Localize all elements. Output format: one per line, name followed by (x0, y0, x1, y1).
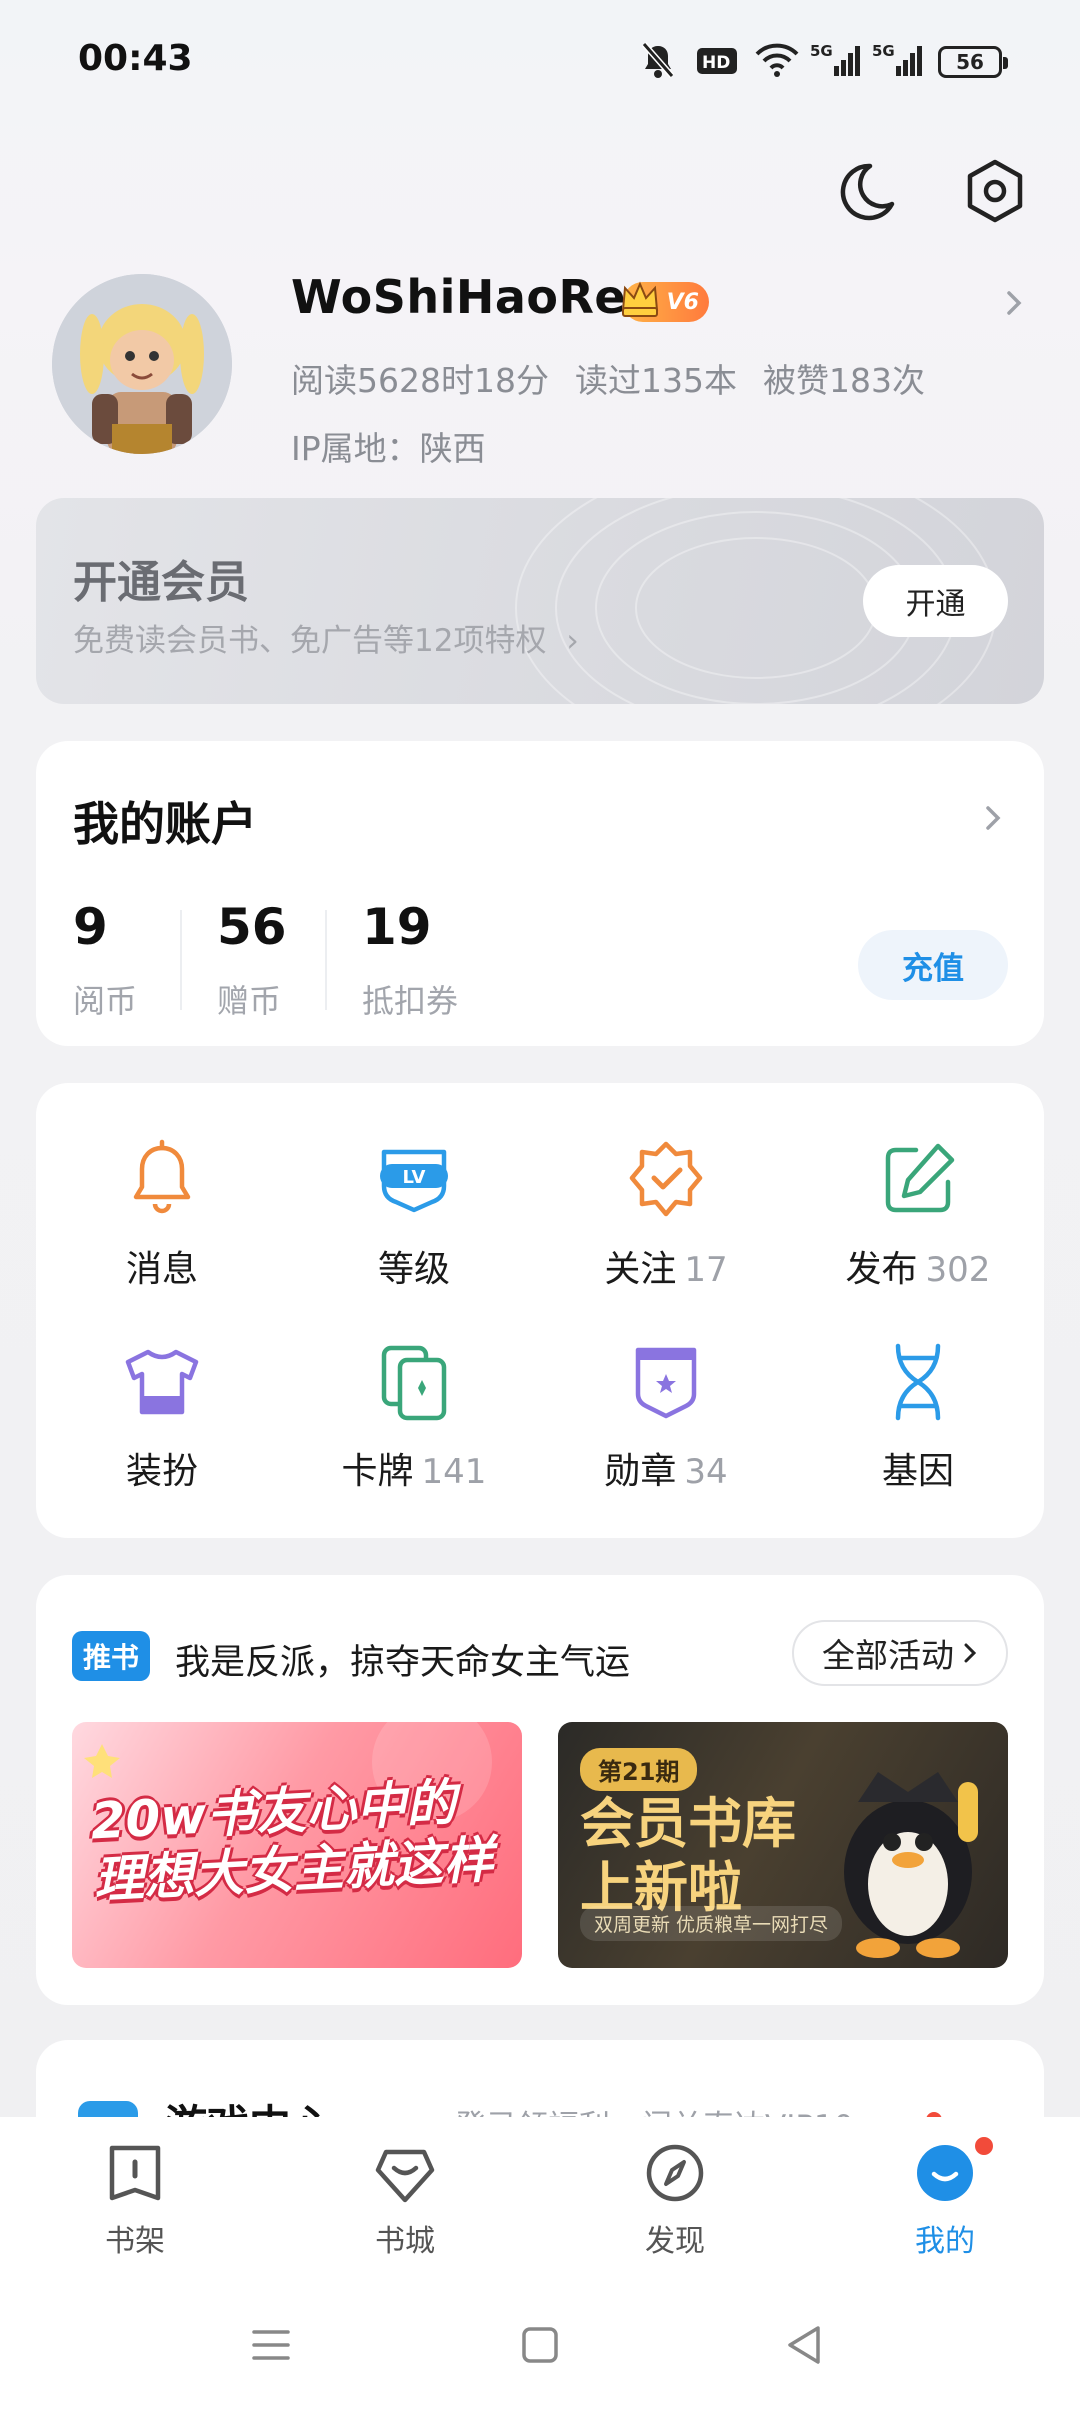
nav-profile[interactable]: 我的 (845, 2140, 1045, 2260)
event-banner-heroine[interactable]: 20w书友心中的 理想大女主就这样 (72, 1722, 522, 1968)
grid-item-level[interactable]: LV 等级 (288, 1138, 540, 1318)
grid-item-cards[interactable]: 卡牌 141 (288, 1340, 540, 1520)
nav-discover[interactable]: 发现 (575, 2140, 775, 2260)
chevron-right-icon[interactable] (983, 800, 1005, 836)
membership-title: 开通会员 (73, 557, 249, 608)
grid-label-medals: 勋章 34 (604, 1451, 728, 1492)
cards-icon (381, 1345, 447, 1421)
svg-text:5G: 5G (810, 42, 833, 60)
all-events-label: 全部活动 (822, 1636, 954, 1675)
banner-issue-badge: 第21期 (580, 1748, 698, 1791)
back-icon[interactable] (780, 2320, 830, 2370)
follow-badge-icon (629, 1141, 703, 1217)
chevron-right-icon[interactable] (1003, 283, 1027, 323)
username[interactable]: WoShiHaoRen (291, 270, 659, 324)
settings-icon[interactable] (960, 156, 1030, 226)
grid-item-genes[interactable]: 基因 (792, 1340, 1044, 1520)
coupons-label: 抵扣券 (362, 982, 459, 1020)
following-count: 17 (684, 1250, 728, 1290)
cards-count: 141 (421, 1452, 487, 1492)
divider (325, 910, 327, 1010)
grid-label-genes: 基因 (881, 1451, 954, 1492)
event-banner-member-library[interactable]: 第21期 会员书库 上新啦 双周更新 优质粮草一网打尽 (558, 1722, 1008, 1968)
bell-icon (133, 1139, 191, 1214)
coupons-value[interactable]: 19 (362, 898, 432, 956)
medal-icon (635, 1347, 697, 1419)
reading-time: 阅读5628时18分 (291, 361, 549, 400)
profile-icon (917, 2145, 973, 2201)
bookstore-icon (375, 2149, 435, 2203)
grid-label-following: 关注 17 (604, 1249, 728, 1290)
recharge-button[interactable]: 充值 (858, 930, 1008, 1000)
nav-bookstore-label: 书城 (375, 2224, 435, 2259)
likes-received: 被赞183次 (762, 361, 925, 400)
grid-item-following[interactable]: 关注 17 (540, 1138, 792, 1318)
nav-bookshelf[interactable]: 书架 (35, 2140, 235, 2260)
shirt-icon (125, 1349, 199, 1415)
account-card (36, 741, 1044, 1046)
banner-member-library-subtitle: 双周更新 优质粮草一网打尽 (580, 1906, 843, 1941)
moon-icon[interactable] (830, 158, 898, 226)
5g-signal-icon: 5G (872, 42, 922, 76)
grid-label-cards: 卡牌 141 (341, 1451, 487, 1492)
nav-bookshelf-label: 书架 (105, 2224, 165, 2259)
recommend-tag: 推书 (72, 1631, 150, 1681)
grid-label-level: 等级 (377, 1249, 450, 1290)
banner-member-library-text: 会员书库 上新啦 (580, 1792, 796, 1919)
publish-count: 302 (925, 1250, 991, 1290)
ip-location: IP属地：陕西 (291, 429, 486, 468)
gift-coins-value[interactable]: 56 (217, 898, 287, 956)
banner-heroine-text: 20w书友心中的 理想大女主就这样 (89, 1773, 495, 1910)
level-icon: LV (380, 1149, 448, 1213)
wifi-icon (755, 43, 799, 77)
5g-signal-icon: 5G (810, 42, 860, 76)
recommended-book-title[interactable]: 我是反派，掠夺天命女主气运 (175, 1634, 630, 1685)
grid-item-dressup[interactable]: 装扮 (36, 1340, 288, 1520)
chevron-right-icon (964, 1643, 977, 1663)
status-time: 00:43 (78, 38, 193, 79)
grid-label-messages: 消息 (125, 1249, 198, 1290)
svg-text:5G: 5G (872, 42, 895, 60)
svg-text:HD: HD (702, 53, 730, 73)
menu-icon[interactable] (246, 2320, 296, 2370)
nav-profile-label: 我的 (915, 2224, 975, 2259)
vip-level-text: V6 (666, 289, 699, 315)
compass-icon (646, 2144, 704, 2202)
grid-item-messages[interactable]: 消息 (36, 1138, 288, 1318)
vip-level-badge: V6 (621, 281, 709, 322)
medals-count: 34 (684, 1452, 728, 1492)
reading-coins-label: 阅币 (73, 982, 138, 1020)
penguin-mascot-icon (844, 1772, 978, 1958)
nav-discover-label: 发现 (645, 2224, 705, 2259)
membership-subtitle-text: 免费读会员书、免广告等12项特权 (73, 623, 547, 659)
bookshelf-icon (109, 2145, 161, 2201)
home-icon[interactable] (515, 2320, 565, 2370)
reading-stats: 阅读5628时18分 读过135本 被赞183次 (291, 354, 951, 402)
grid-label-dressup: 装扮 (125, 1451, 198, 1492)
hd-icon: HD (697, 48, 737, 74)
grid-label-publish: 发布 302 (845, 1249, 991, 1290)
avatar-image (52, 274, 232, 454)
nav-bookstore[interactable]: 书城 (305, 2140, 505, 2260)
grid-item-publish[interactable]: 发布 302 (792, 1138, 1044, 1318)
dna-icon (895, 1343, 941, 1421)
account-title[interactable]: 我的账户 (73, 788, 257, 854)
battery-icon: 56 (938, 46, 1008, 78)
chevron-right-icon: › (566, 623, 579, 659)
grid-item-medals[interactable]: 勋章 34 (540, 1340, 792, 1520)
notification-dot (972, 2134, 996, 2158)
reading-coins-value[interactable]: 9 (73, 898, 108, 956)
gift-coins-label: 赠币 (217, 982, 282, 1020)
avatar[interactable] (52, 274, 232, 454)
divider (180, 910, 182, 1010)
edit-icon (885, 1143, 955, 1213)
books-read: 读过135本 (574, 361, 737, 400)
svg-text:LV: LV (403, 1167, 426, 1188)
all-events-button[interactable]: 全部活动 (792, 1620, 1008, 1686)
crown-icon (621, 281, 659, 317)
mute-icon (641, 42, 675, 78)
open-membership-button[interactable]: 开通 (863, 565, 1008, 637)
membership-subtitle[interactable]: 免费读会员书、免广告等12项特权 › (73, 615, 579, 660)
